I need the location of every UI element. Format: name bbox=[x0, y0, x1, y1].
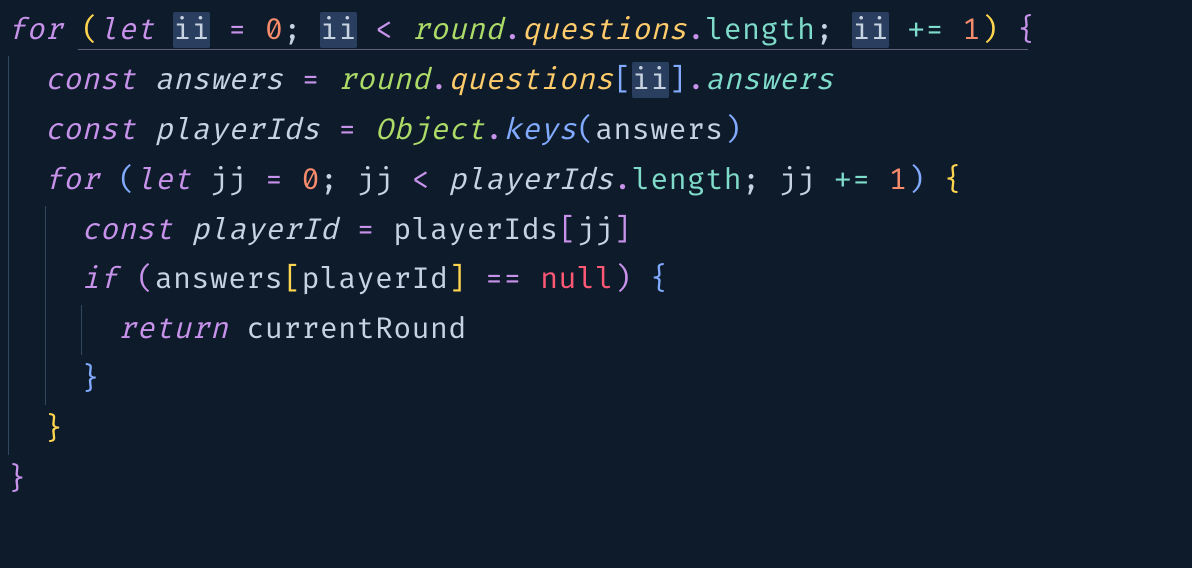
identifier-jj: jj bbox=[210, 162, 247, 198]
semicolon: ; bbox=[742, 162, 760, 198]
bracket-close: ] bbox=[614, 212, 632, 248]
identifier-answers: answers bbox=[155, 261, 283, 297]
paren-open: ( bbox=[136, 261, 154, 297]
identifier-jj: jj bbox=[779, 162, 816, 198]
prop-questions: questions bbox=[522, 12, 687, 48]
operator-plus-assign: += bbox=[834, 162, 871, 198]
dot: . bbox=[687, 12, 705, 48]
paren-open: ( bbox=[118, 162, 136, 198]
identifier-jj: jj bbox=[357, 162, 394, 198]
prop-length: length bbox=[632, 162, 742, 198]
keyword-if: if bbox=[81, 261, 118, 297]
brace-close: } bbox=[8, 461, 26, 497]
bracket-close: ] bbox=[669, 62, 687, 98]
dot: . bbox=[504, 12, 522, 48]
identifier-playerId: playerId bbox=[192, 212, 339, 248]
brace-open: { bbox=[944, 162, 962, 198]
identifier-object: Object bbox=[375, 112, 485, 148]
literal-one: 1 bbox=[889, 162, 907, 198]
literal-null: null bbox=[540, 261, 613, 297]
identifier-answers: answers bbox=[595, 112, 723, 148]
dot: . bbox=[687, 62, 705, 98]
brace-close: } bbox=[81, 361, 99, 397]
operator-assign: = bbox=[302, 62, 320, 98]
identifier-ii: ii bbox=[852, 12, 889, 48]
identifier-ii: ii bbox=[320, 12, 357, 48]
dot: . bbox=[614, 162, 632, 198]
code-editor[interactable]: for (let ii = 0; ii < round.questions.le… bbox=[0, 0, 1192, 511]
identifier-playerIds: playerIds bbox=[449, 162, 614, 198]
keyword-let: let bbox=[136, 162, 191, 198]
identifier-currentRound: currentRound bbox=[247, 311, 467, 347]
prop-answers: answers bbox=[705, 62, 833, 98]
brace-open: { bbox=[650, 261, 668, 297]
bracket-open: [ bbox=[283, 261, 301, 297]
paren-close: ) bbox=[981, 12, 999, 48]
semicolon: ; bbox=[283, 12, 301, 48]
dot: . bbox=[485, 112, 503, 148]
literal-zero: 0 bbox=[265, 12, 283, 48]
paren-open: ( bbox=[81, 12, 99, 48]
operator-lt: < bbox=[412, 162, 430, 198]
semicolon: ; bbox=[815, 12, 833, 48]
operator-assign: = bbox=[265, 162, 283, 198]
paren-close: ) bbox=[907, 162, 925, 198]
keyword-const: const bbox=[45, 112, 137, 148]
keyword-for: for bbox=[8, 12, 63, 48]
keyword-let: let bbox=[100, 12, 155, 48]
identifier-answers: answers bbox=[155, 62, 283, 98]
identifier-playerIds: playerIds bbox=[393, 212, 558, 248]
keyword-for: for bbox=[45, 162, 100, 198]
operator-assign: = bbox=[357, 212, 375, 248]
prop-length: length bbox=[705, 12, 815, 48]
keyword-return: return bbox=[118, 311, 228, 347]
identifier-jj: jj bbox=[577, 212, 614, 248]
dot: . bbox=[430, 62, 448, 98]
paren-close: ) bbox=[614, 261, 632, 297]
operator-eqeq: == bbox=[485, 261, 522, 297]
prop-questions: questions bbox=[448, 62, 613, 98]
operator-assign: = bbox=[228, 12, 246, 48]
operator-lt: < bbox=[375, 12, 393, 48]
paren-close: ) bbox=[724, 112, 742, 148]
literal-zero: 0 bbox=[302, 162, 320, 198]
keyword-const: const bbox=[81, 212, 173, 248]
brace-open: { bbox=[1017, 12, 1035, 48]
method-keys: keys bbox=[503, 112, 576, 148]
identifier-ii: ii bbox=[173, 12, 210, 48]
paren-open: ( bbox=[577, 112, 595, 148]
identifier-round: round bbox=[338, 62, 430, 98]
operator-plus-assign: += bbox=[907, 12, 944, 48]
operator-assign: = bbox=[338, 112, 356, 148]
bracket-open: [ bbox=[614, 62, 632, 98]
brace-close: } bbox=[45, 411, 63, 447]
bracket-close: ] bbox=[448, 261, 466, 297]
literal-one: 1 bbox=[962, 12, 980, 48]
identifier-playerIds: playerIds bbox=[155, 112, 320, 148]
identifier-ii: ii bbox=[632, 62, 669, 98]
identifier-round: round bbox=[412, 12, 504, 48]
identifier-playerId: playerId bbox=[302, 261, 449, 297]
keyword-const: const bbox=[45, 62, 137, 98]
semicolon: ; bbox=[320, 162, 338, 198]
bracket-open: [ bbox=[558, 212, 576, 248]
